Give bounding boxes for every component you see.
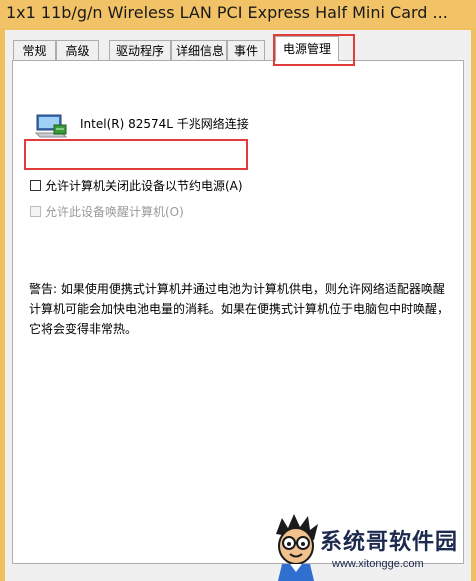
device-name: Intel(R) 82574L 千兆网络连接 <box>80 117 249 131</box>
tab-general[interactable]: 常规 <box>13 40 56 60</box>
tab-details-label: 详细信息 <box>176 44 225 58</box>
tab-power-management[interactable]: 电源管理 <box>275 36 339 61</box>
tab-details[interactable]: 详细信息 <box>171 40 227 60</box>
properties-dialog: 常规 高级 驱动程序 详细信息 事件 电源管理 Intel(R) 82574L … <box>5 30 471 581</box>
tab-driver-label: 驱动程序 <box>115 44 164 58</box>
tab-advanced[interactable]: 高级 <box>56 40 99 60</box>
panel-content: Intel(R) 82574L 千兆网络连接 允许计算机关闭此设备以节约电源(A… <box>12 60 464 564</box>
tab-events[interactable]: 事件 <box>227 40 265 60</box>
tab-driver[interactable]: 驱动程序 <box>109 40 171 60</box>
site-watermark: 系统哥软件园 www.xitongge.com <box>270 512 476 581</box>
tab-power-management-label: 电源管理 <box>282 42 331 56</box>
watermark-name: 系统哥软件园 <box>320 530 459 555</box>
allow-power-off-label[interactable]: 允许计算机关闭此设备以节约电源(A) <box>45 177 243 194</box>
window-title: 1x1 11b/g/n Wireless LAN PCI Express Hal… <box>6 3 448 22</box>
mascot-logo-icon <box>276 514 318 581</box>
allow-wake-checkbox <box>30 205 41 217</box>
tab-events-label: 事件 <box>233 44 258 58</box>
allow-wake-label: 允许此设备唤醒计算机(O) <box>45 204 184 219</box>
allow-power-off-checkbox[interactable] <box>30 179 41 191</box>
allow-wake-option: 允许此设备唤醒计算机(O) <box>30 203 184 219</box>
watermark-url: www.xitongge.com <box>332 558 424 570</box>
network-adapter-icon <box>34 114 68 138</box>
tab-general-label: 常规 <box>22 44 47 58</box>
warning-text: 警告: 如果使用便携式计算机并通过电池为计算机供电，则允许网络适配器唤醒计算机可… <box>29 282 450 336</box>
window-titlebar[interactable]: 1x1 11b/g/n Wireless LAN PCI Express Hal… <box>0 0 476 28</box>
allow-power-off-option[interactable]: 允许计算机关闭此设备以节约电源(A) <box>30 177 243 193</box>
tab-advanced-label: 高级 <box>65 44 90 58</box>
